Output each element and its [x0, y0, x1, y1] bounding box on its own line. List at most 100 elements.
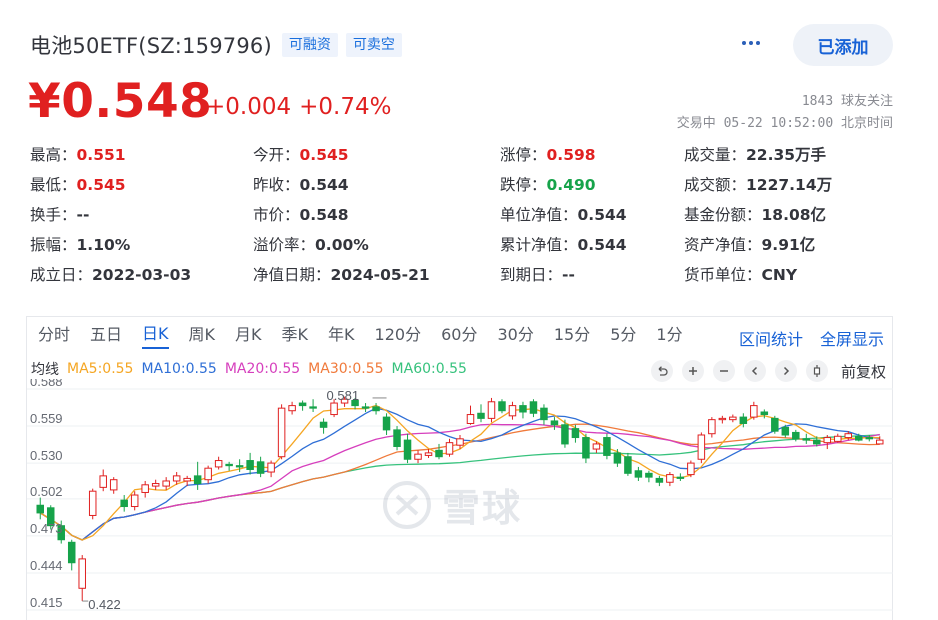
stat-label: 成立日： [30, 266, 93, 284]
candle-body [739, 416, 748, 424]
period-tab[interactable]: 月K [235, 324, 262, 348]
stat-item: 到期日：-- [500, 261, 575, 289]
candle-body [99, 475, 107, 488]
candle-body [393, 429, 401, 447]
ma-legend-title: 均线 [31, 362, 59, 378]
stat-item: 溢价率：0.00% [253, 231, 369, 259]
candle-body [844, 433, 853, 439]
stat-value: 2022-03-03 [92, 266, 192, 284]
short-selling-tag[interactable]: 可卖空 [345, 33, 402, 57]
candle-body [403, 439, 412, 460]
candle-body [634, 470, 643, 478]
candle-body [571, 428, 580, 439]
ma-legend-item: MA30:0.55 [308, 361, 384, 377]
period-tab[interactable]: 周K [189, 324, 216, 348]
candle-body [414, 453, 422, 460]
y-tick-label: 0.559 [30, 411, 63, 426]
period-tab[interactable]: 30分 [497, 324, 533, 348]
candle-body [256, 461, 265, 474]
period-tab[interactable]: 五日 [90, 324, 122, 348]
candle-body [561, 424, 569, 445]
stat-label: 累计净值： [500, 236, 578, 254]
candle-body [519, 405, 527, 413]
stat-item: 基金份额：18.08亿 [684, 201, 826, 229]
stat-item: 成立日：2022-03-03 [30, 261, 191, 289]
stat-value: 1227.14万 [746, 176, 833, 194]
stat-label: 资产净值： [684, 236, 762, 254]
candle-body [498, 401, 506, 412]
candle-body [424, 452, 433, 456]
candle-body [508, 405, 517, 417]
candle-body [813, 439, 821, 445]
stat-item: 单位净值：0.544 [500, 201, 627, 229]
interval-stats-link[interactable]: 区间统计 [739, 326, 803, 350]
candle-body [729, 416, 737, 421]
stat-item: 累计净值：0.544 [500, 231, 627, 259]
candle-body [246, 460, 254, 470]
y-tick-label: 0.530 [30, 448, 63, 463]
candle-body [466, 414, 475, 424]
stat-value: -- [76, 206, 90, 224]
period-tab[interactable]: 日K [142, 323, 169, 349]
candle-body [183, 477, 191, 482]
period-tab[interactable]: 5分 [610, 324, 636, 348]
period-tab[interactable]: 15分 [554, 324, 590, 348]
candle-body [487, 401, 496, 419]
more-icon[interactable] [740, 32, 762, 54]
ma-legend-item: MA60:0.55 [391, 361, 467, 377]
y-tick-label: 0.588 [30, 379, 63, 389]
margin-financing-tag[interactable]: 可融资 [281, 33, 338, 57]
stat-label: 成交额： [684, 176, 747, 194]
stat-item: 涨停：0.598 [500, 141, 596, 169]
period-tab[interactable]: 年K [328, 324, 355, 348]
candle-body [865, 437, 874, 440]
stat-item: 换手：-- [30, 201, 89, 229]
stats-row: 换手：-- 市价：0.548 单位净值：0.544 基金份额：18.08亿 [30, 201, 880, 231]
period-tab[interactable]: 60分 [441, 324, 477, 348]
period-tab[interactable]: 季K [282, 324, 309, 348]
period-tab[interactable]: 1分 [656, 324, 682, 348]
price-change: +0.004 +0.74% [206, 92, 391, 122]
y-tick-label: 0.502 [30, 484, 63, 499]
candle-body [676, 476, 685, 479]
period-tab[interactable]: 120分 [375, 324, 422, 348]
candle-body [130, 494, 139, 508]
change-percent: +0.74% [299, 94, 392, 120]
stat-item: 最高：0.551 [30, 141, 126, 169]
stat-label: 净值日期： [253, 266, 331, 284]
stat-item: 货币单位：CNY [684, 261, 797, 289]
followers-count[interactable]: 1843 球友关注 [802, 90, 893, 109]
candle-body [204, 467, 212, 481]
candle-body [88, 490, 97, 516]
period-tab[interactable]: 分时 [38, 324, 70, 348]
candle-body [823, 437, 832, 444]
candle-body [582, 437, 590, 459]
candle-body [109, 479, 118, 491]
candle-body [445, 442, 454, 455]
candle-body [613, 452, 622, 464]
stat-label: 今开： [253, 146, 300, 164]
candle-body [330, 402, 338, 416]
kline-chart-panel: 分时 五日 日K 周K 月K 季K 年K 120分 60分 30分 15分 5分 1分 区间统计 全屏显… [26, 316, 893, 620]
candle-body [771, 417, 779, 432]
stat-label: 振幅： [30, 236, 77, 254]
candle-body [361, 406, 370, 409]
price-annotation: 0.581 [327, 388, 360, 403]
candle-body [645, 472, 653, 478]
added-to-watchlist-button[interactable]: 已添加 [793, 24, 893, 66]
candle-body [708, 419, 716, 435]
candle-body [120, 499, 128, 508]
fullscreen-link[interactable]: 全屏显示 [820, 326, 884, 350]
stat-label: 换手： [30, 206, 77, 224]
candle-body [309, 406, 317, 409]
stat-item: 今开：0.545 [253, 141, 349, 169]
stat-value: 0.544 [299, 176, 349, 194]
moving-average-legend: 均线 MA5:0.55 MA10:0.55 MA20:0.55 MA30:0.55 MA6… [31, 359, 475, 379]
stat-value: 0.548 [299, 206, 349, 224]
candle-body [267, 462, 275, 473]
ma-legend-item: MA5:0.55 [67, 361, 134, 377]
period-tabs: 分时 五日 日K 周K 月K 季K 年K 120分 60分 30分 15分 5分 1分 [27, 317, 703, 355]
stat-value: 1.10% [76, 236, 131, 254]
stat-item: 成交额：1227.14万 [684, 171, 832, 199]
candle-body [382, 416, 391, 431]
